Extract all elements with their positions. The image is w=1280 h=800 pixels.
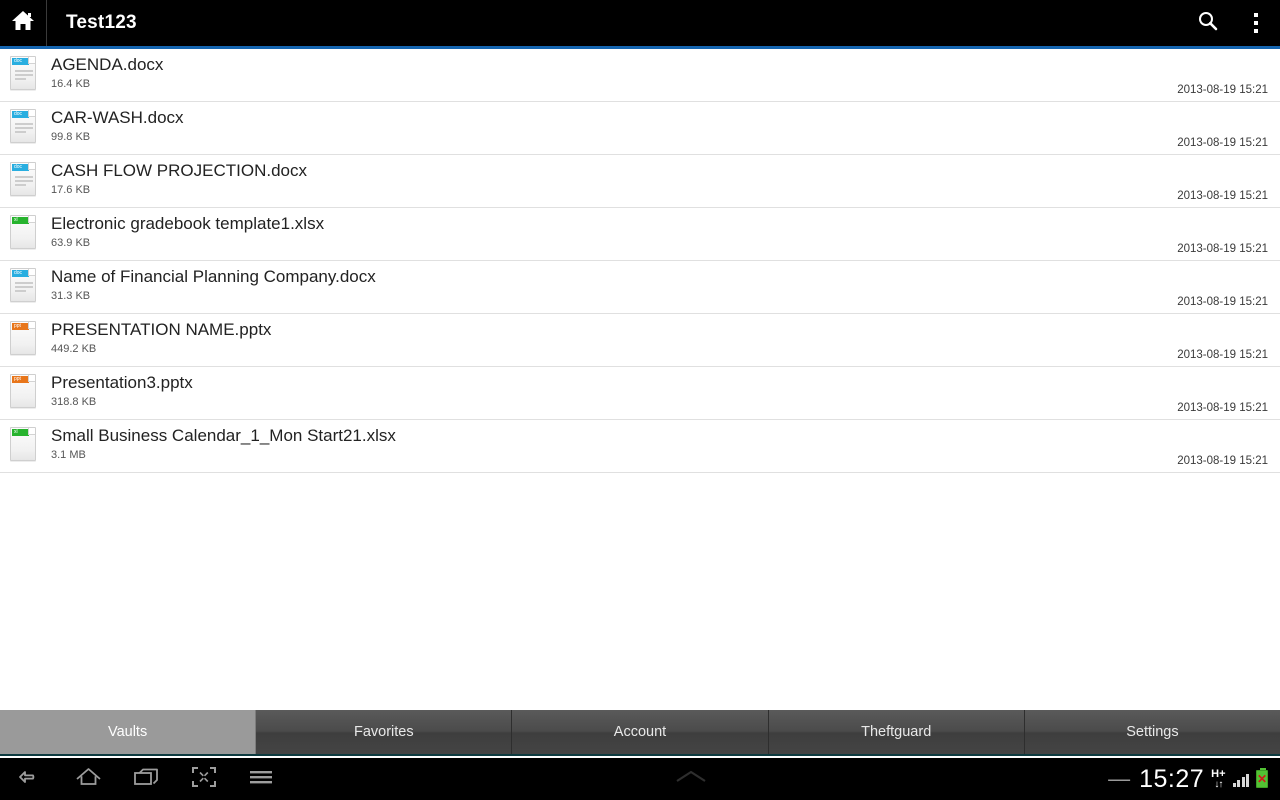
recent-apps-button[interactable] <box>133 766 160 793</box>
file-row[interactable]: doc Name of Financial Planning Company.do… <box>0 261 1280 314</box>
file-row[interactable]: doc AGENDA.docx 16.4 KB 2013-08-19 15:21 <box>0 49 1280 102</box>
android-navigation-bar: — 15:27 H+ ↓↑ ✕ <box>0 758 1280 800</box>
network-type-indicator: H+ ↓↑ <box>1211 767 1226 790</box>
nav-home-button[interactable] <box>75 766 102 793</box>
file-name: AGENDA.docx <box>51 55 164 74</box>
expand-handle[interactable] <box>274 768 1108 791</box>
home-icon <box>10 9 36 38</box>
file-row[interactable]: ppt Presentation3.pptx 318.8 KB 2013-08-19 … <box>0 367 1280 420</box>
search-icon <box>1197 10 1219 37</box>
tab-label: Favorites <box>353 724 414 740</box>
file-name: Electronic gradebook template1.xlsx <box>51 214 325 233</box>
file-size: 449.2 KB <box>51 343 97 355</box>
xlsx-file-icon: xl <box>10 215 36 249</box>
file-row[interactable]: xl Electronic gradebook template1.xlsx 63.… <box>0 208 1280 261</box>
nav-buttons-group <box>0 766 274 793</box>
pptx-file-icon: ppt <box>10 321 36 355</box>
tab-favorites[interactable]: Favorites <box>256 710 513 754</box>
chevron-up-icon <box>669 768 713 791</box>
minimize-indicator: — <box>1108 766 1131 791</box>
android-file-manager-screen: Test123 doc AGENDA.docx 16.4 KB 2013-08-… <box>0 0 1280 800</box>
back-button[interactable] <box>18 766 44 793</box>
status-clock: 15:27 <box>1139 764 1205 793</box>
tab-label: Theftguard <box>861 724 932 740</box>
tab-settings[interactable]: Settings <box>1024 710 1280 754</box>
tab-vaults[interactable]: Vaults <box>0 710 257 754</box>
file-date: 2013-08-19 15:21 <box>1177 349 1268 361</box>
network-arrows-label: ↓↑ <box>1214 778 1223 790</box>
file-list[interactable]: doc AGENDA.docx 16.4 KB 2013-08-19 15:21 doc… <box>0 49 1280 710</box>
file-name: Name of Financial Planning Company.docx <box>51 267 376 286</box>
menu-button[interactable] <box>248 767 274 792</box>
tab-label: Account <box>613 724 667 740</box>
network-type-label: H+ <box>1211 767 1226 780</box>
docx-file-icon: doc <box>10 56 36 90</box>
file-size: 16.4 KB <box>51 78 91 90</box>
file-name: Small Business Calendar_1_Mon Start21.xl… <box>51 426 396 445</box>
overflow-menu-button[interactable] <box>1232 0 1280 46</box>
file-date: 2013-08-19 15:21 <box>1177 296 1268 308</box>
file-date: 2013-08-19 15:21 <box>1177 137 1268 149</box>
file-date: 2013-08-19 15:21 <box>1177 190 1268 202</box>
pptx-file-icon: ppt <box>10 374 36 408</box>
action-bar: Test123 <box>0 0 1280 46</box>
file-row[interactable]: doc CAR-WASH.docx 99.8 KB 2013-08-19 15:21 <box>0 102 1280 155</box>
status-icons-group[interactable]: — 15:27 H+ ↓↑ ✕ <box>1108 764 1280 793</box>
file-name: CAR-WASH.docx <box>51 108 184 127</box>
file-name: CASH FLOW PROJECTION.docx <box>51 161 307 180</box>
search-button[interactable] <box>1184 0 1232 46</box>
tab-label: Vaults <box>107 724 148 740</box>
file-name: Presentation3.pptx <box>51 373 193 392</box>
file-size: 63.9 KB <box>51 237 91 249</box>
file-date: 2013-08-19 15:21 <box>1177 84 1268 96</box>
battery-error-icon: ✕ <box>1256 768 1268 788</box>
file-size: 17.6 KB <box>51 184 91 196</box>
docx-file-icon: doc <box>10 109 36 143</box>
overflow-menu-icon <box>1254 11 1258 35</box>
signal-bars-icon <box>1232 772 1249 787</box>
menu-icon <box>248 770 274 791</box>
file-name: PRESENTATION NAME.pptx <box>51 320 272 339</box>
file-row[interactable]: doc CASH FLOW PROJECTION.docx 17.6 KB 2013-… <box>0 155 1280 208</box>
back-icon <box>18 770 44 792</box>
tab-theftguard[interactable]: Theftguard <box>768 710 1025 754</box>
bottom-tab-bar: Vaults Favorites Account Theftguard Settings <box>0 710 1280 756</box>
tab-label: Settings <box>1126 724 1179 740</box>
file-size: 31.3 KB <box>51 290 91 302</box>
screen-capture-icon <box>191 766 217 792</box>
file-size: 99.8 KB <box>51 131 91 143</box>
screen-capture-button[interactable] <box>191 766 217 793</box>
file-row[interactable]: ppt PRESENTATION NAME.pptx 449.2 KB 2013-08… <box>0 314 1280 367</box>
xlsx-file-icon: xl <box>10 427 36 461</box>
docx-file-icon: doc <box>10 268 36 302</box>
home-icon <box>75 767 102 792</box>
file-row[interactable]: xl Small Business Calendar_1_Mon Start21.… <box>0 420 1280 473</box>
file-date: 2013-08-19 15:21 <box>1177 455 1268 467</box>
docx-file-icon: doc <box>10 162 36 196</box>
file-date: 2013-08-19 15:21 <box>1177 243 1268 255</box>
home-up-button[interactable] <box>0 0 46 46</box>
file-size: 3.1 MB <box>51 449 86 461</box>
recent-apps-icon <box>133 768 160 792</box>
action-bar-actions <box>1184 0 1280 46</box>
tab-account[interactable]: Account <box>512 710 769 754</box>
file-date: 2013-08-19 15:21 <box>1177 402 1268 414</box>
page-title: Test123 <box>66 12 137 33</box>
file-size: 318.8 KB <box>51 396 97 408</box>
